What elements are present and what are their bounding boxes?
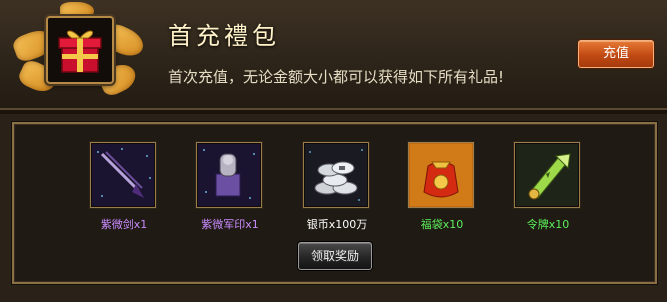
- silver-coins-icon: [303, 142, 369, 208]
- reward-panel: 紫微剑x1 紫微军印x1 银币x100万 福袋x10 令牌x10 领取奖励: [12, 122, 657, 284]
- header-banner: 首充禮包 首次充值，无论金额大小都可以获得如下所有礼品! 充值: [0, 0, 667, 114]
- recharge-button[interactable]: 充值: [578, 40, 654, 68]
- lucky-bag-icon: [408, 142, 474, 208]
- claim-reward-button[interactable]: 领取奖励: [298, 242, 372, 270]
- reward-item: 令牌x10: [498, 142, 598, 232]
- purple-sword-icon: [90, 142, 156, 208]
- reward-label: 银币x100万: [306, 218, 368, 231]
- page-subtitle: 首次充值，无论金额大小都可以获得如下所有礼品!: [168, 68, 505, 86]
- reward-item: 紫微军印x1: [180, 142, 280, 232]
- purple-seal-icon: [196, 142, 262, 208]
- reward-label: 紫微剑x1: [100, 218, 148, 231]
- reward-item: 福袋x10: [392, 142, 492, 232]
- reward-label: 福袋x10: [420, 218, 464, 231]
- command-token-icon: [514, 142, 580, 208]
- gift-box-icon: [46, 16, 114, 84]
- reward-label: 令牌x10: [526, 218, 570, 231]
- reward-label: 紫微军印x1: [201, 218, 259, 231]
- reward-item: 银币x100万: [287, 142, 387, 232]
- page-title: 首充禮包: [168, 22, 280, 50]
- gift-emblem: [10, 2, 148, 106]
- reward-item: 紫微剑x1: [74, 142, 174, 232]
